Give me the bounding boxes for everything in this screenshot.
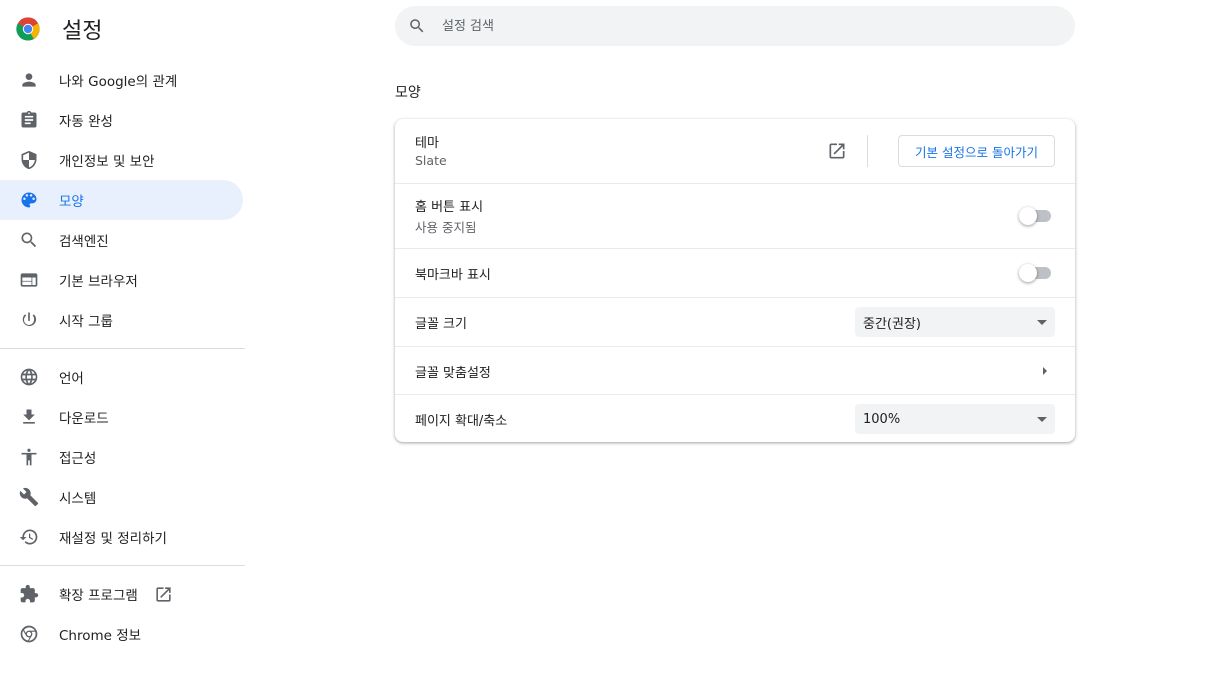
font-size-select[interactable]: 중간(권장) bbox=[855, 307, 1055, 337]
open-in-new-icon bbox=[154, 585, 173, 604]
section-title: 모양 bbox=[395, 85, 421, 101]
sidebar-item-label: Chrome 정보 bbox=[59, 628, 142, 644]
sidebar-item-label: 시스템 bbox=[59, 491, 97, 507]
home-button-status: 사용 중지됨 bbox=[415, 220, 477, 235]
shield-icon bbox=[19, 150, 39, 170]
sidebar-item-about-chrome[interactable]: Chrome 정보 bbox=[0, 614, 243, 654]
home-button-toggle[interactable] bbox=[1019, 207, 1053, 225]
reset-theme-button[interactable]: 기본 설정으로 돌아가기 bbox=[898, 135, 1055, 167]
sidebar-item-extensions[interactable]: 확장 프로그램 bbox=[0, 574, 243, 614]
bookmarks-bar-label: 북마크바 표시 bbox=[415, 268, 491, 283]
sidebar-item-languages[interactable]: 언어 bbox=[0, 357, 243, 397]
search-icon bbox=[19, 230, 39, 250]
theme-label: 테마 bbox=[415, 136, 439, 151]
accessibility-icon bbox=[19, 447, 39, 467]
wrench-icon bbox=[19, 487, 39, 507]
sidebar-item-on-startup[interactable]: 시작 그룹 bbox=[0, 300, 243, 340]
sidebar-divider bbox=[0, 348, 245, 349]
sidebar-item-system[interactable]: 시스템 bbox=[0, 477, 243, 517]
appearance-card: 테마 Slate 기본 설정으로 돌아가기 홈 버튼 표시 사용 중지됨 북마크… bbox=[395, 119, 1075, 442]
bookmarks-bar-row: 북마크바 표시 bbox=[395, 248, 1075, 297]
sidebar-item-label: 확장 프로그램 bbox=[59, 588, 138, 604]
sidebar-item-label: 다운로드 bbox=[59, 411, 109, 427]
sidebar-nav: 나와 Google의 관계 자동 완성 개인정보 및 보안 모양 검색엔진 기본… bbox=[0, 60, 245, 654]
brand: 설정 bbox=[16, 13, 102, 45]
search-input[interactable] bbox=[440, 17, 1044, 35]
chevron-right-icon bbox=[1043, 367, 1047, 375]
sidebar-item-label: 시작 그룹 bbox=[59, 314, 113, 330]
dropdown-arrow-icon bbox=[1037, 319, 1047, 325]
bookmarks-bar-toggle[interactable] bbox=[1019, 264, 1053, 282]
vertical-divider bbox=[867, 135, 868, 167]
sidebar-item-autofill[interactable]: 자동 완성 bbox=[0, 100, 243, 140]
font-size-row: 글꼴 크기 중간(권장) bbox=[395, 297, 1075, 346]
open-in-new-icon[interactable] bbox=[827, 141, 847, 161]
font-size-value: 중간(권장) bbox=[863, 316, 921, 332]
sidebar-item-label: 검색엔진 bbox=[59, 234, 109, 250]
page-zoom-row: 페이지 확대/축소 100% bbox=[395, 394, 1075, 442]
history-icon bbox=[19, 527, 39, 547]
sidebar-item-label: 개인정보 및 보안 bbox=[59, 154, 155, 170]
sidebar: 설정 나와 Google의 관계 자동 완성 개인정보 및 보안 모양 검색엔진… bbox=[0, 0, 245, 698]
person-icon bbox=[19, 70, 39, 90]
theme-value: Slate bbox=[415, 153, 447, 168]
search-bar bbox=[395, 6, 1075, 46]
chrome-icon bbox=[19, 624, 39, 644]
home-button-label: 홈 버튼 표시 bbox=[415, 200, 484, 215]
power-icon bbox=[19, 310, 39, 330]
dropdown-arrow-icon bbox=[1037, 416, 1047, 422]
sidebar-item-downloads[interactable]: 다운로드 bbox=[0, 397, 243, 437]
download-icon bbox=[19, 407, 39, 427]
home-button-row: 홈 버튼 표시 사용 중지됨 bbox=[395, 183, 1075, 248]
sidebar-item-accessibility[interactable]: 접근성 bbox=[0, 437, 243, 477]
sidebar-item-search-engine[interactable]: 검색엔진 bbox=[0, 220, 243, 260]
sidebar-item-label: 기본 브라우저 bbox=[59, 274, 138, 290]
theme-row: 테마 Slate 기본 설정으로 돌아가기 bbox=[395, 119, 1075, 183]
sidebar-item-you-and-google[interactable]: 나와 Google의 관계 bbox=[0, 60, 243, 100]
font-size-label: 글꼴 크기 bbox=[415, 317, 467, 332]
sidebar-item-label: 모양 bbox=[59, 194, 84, 210]
sidebar-item-label: 재설정 및 정리하기 bbox=[59, 531, 167, 547]
sidebar-item-appearance[interactable]: 모양 bbox=[0, 180, 243, 220]
customize-fonts-label: 글꼴 맞춤설정 bbox=[415, 366, 491, 381]
search-icon bbox=[408, 17, 426, 35]
page-zoom-select[interactable]: 100% bbox=[855, 404, 1055, 434]
page-zoom-value: 100% bbox=[863, 411, 901, 427]
sidebar-item-reset[interactable]: 재설정 및 정리하기 bbox=[0, 517, 243, 557]
puzzle-icon bbox=[19, 584, 39, 604]
sidebar-item-label: 자동 완성 bbox=[59, 114, 113, 130]
customize-fonts-row[interactable]: 글꼴 맞춤설정 bbox=[395, 346, 1075, 394]
page-zoom-label: 페이지 확대/축소 bbox=[415, 414, 508, 429]
sidebar-item-default-browser[interactable]: 기본 브라우저 bbox=[0, 260, 243, 300]
browser-icon bbox=[19, 270, 39, 290]
sidebar-divider bbox=[0, 565, 245, 566]
clipboard-icon bbox=[19, 110, 39, 130]
chrome-logo-icon bbox=[16, 17, 40, 41]
sidebar-item-label: 나와 Google의 관계 bbox=[59, 74, 178, 90]
palette-icon bbox=[19, 190, 39, 210]
toggle-knob bbox=[1019, 264, 1037, 282]
globe-icon bbox=[19, 367, 39, 387]
sidebar-item-label: 접근성 bbox=[59, 451, 97, 467]
page-title: 설정 bbox=[62, 19, 103, 44]
sidebar-item-privacy-security[interactable]: 개인정보 및 보안 bbox=[0, 140, 243, 180]
sidebar-item-label: 언어 bbox=[59, 371, 84, 387]
toggle-knob bbox=[1019, 207, 1037, 225]
